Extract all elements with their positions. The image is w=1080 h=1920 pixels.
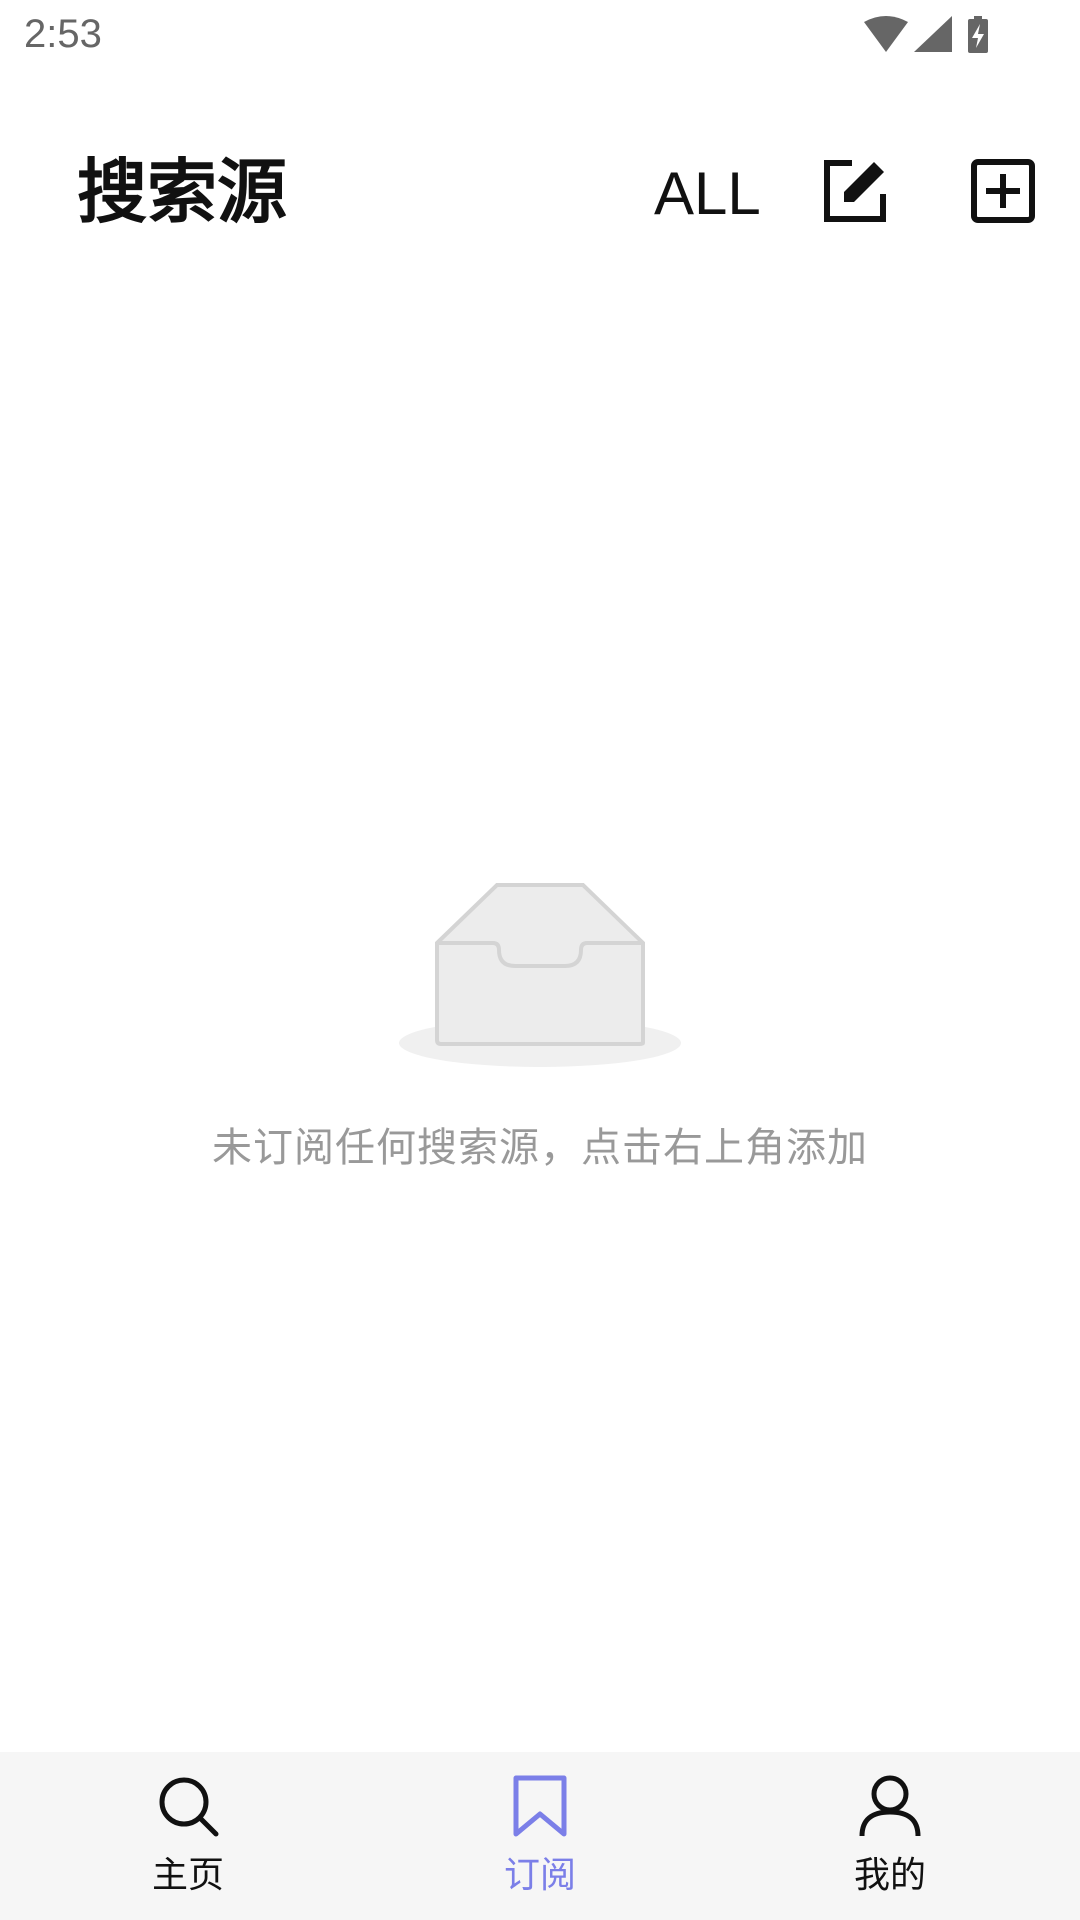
page-title: 搜索源 xyxy=(77,151,287,233)
person-icon xyxy=(859,1775,921,1837)
nav-item-subscribe[interactable]: 订阅 xyxy=(440,1752,640,1920)
nav-label-home: 主页 xyxy=(151,1855,224,1896)
add-box-icon xyxy=(971,159,1035,223)
bookmark-icon xyxy=(513,1775,567,1837)
empty-state: 未订阅任何搜索源，点击右上角添加 xyxy=(0,870,1080,1173)
signal-icon xyxy=(914,16,952,52)
nav-label-subscribe: 订阅 xyxy=(503,1855,576,1896)
battery-charging-icon xyxy=(968,16,988,53)
wifi-icon xyxy=(864,16,908,52)
add-button[interactable] xyxy=(970,158,1036,224)
search-icon xyxy=(159,1777,219,1837)
app-bar: 搜索源 ALL xyxy=(0,120,1080,262)
status-icons xyxy=(862,14,1002,54)
nav-label-mine: 我的 xyxy=(853,1855,926,1896)
nav-item-home[interactable]: 主页 xyxy=(88,1752,288,1920)
empty-message: 未订阅任何搜索源，点击右上角添加 xyxy=(212,1125,868,1171)
nav-item-mine[interactable]: 我的 xyxy=(790,1752,990,1920)
bottom-navigation: 主页 订阅 我的 xyxy=(0,1752,1080,1920)
edit-icon xyxy=(824,160,886,222)
status-time: 2:53 xyxy=(24,12,102,56)
status-bar: 2:53 xyxy=(0,0,1080,75)
edit-button[interactable] xyxy=(822,158,888,224)
empty-inbox-icon xyxy=(399,883,681,1067)
filter-all-button[interactable]: ALL xyxy=(654,158,761,230)
